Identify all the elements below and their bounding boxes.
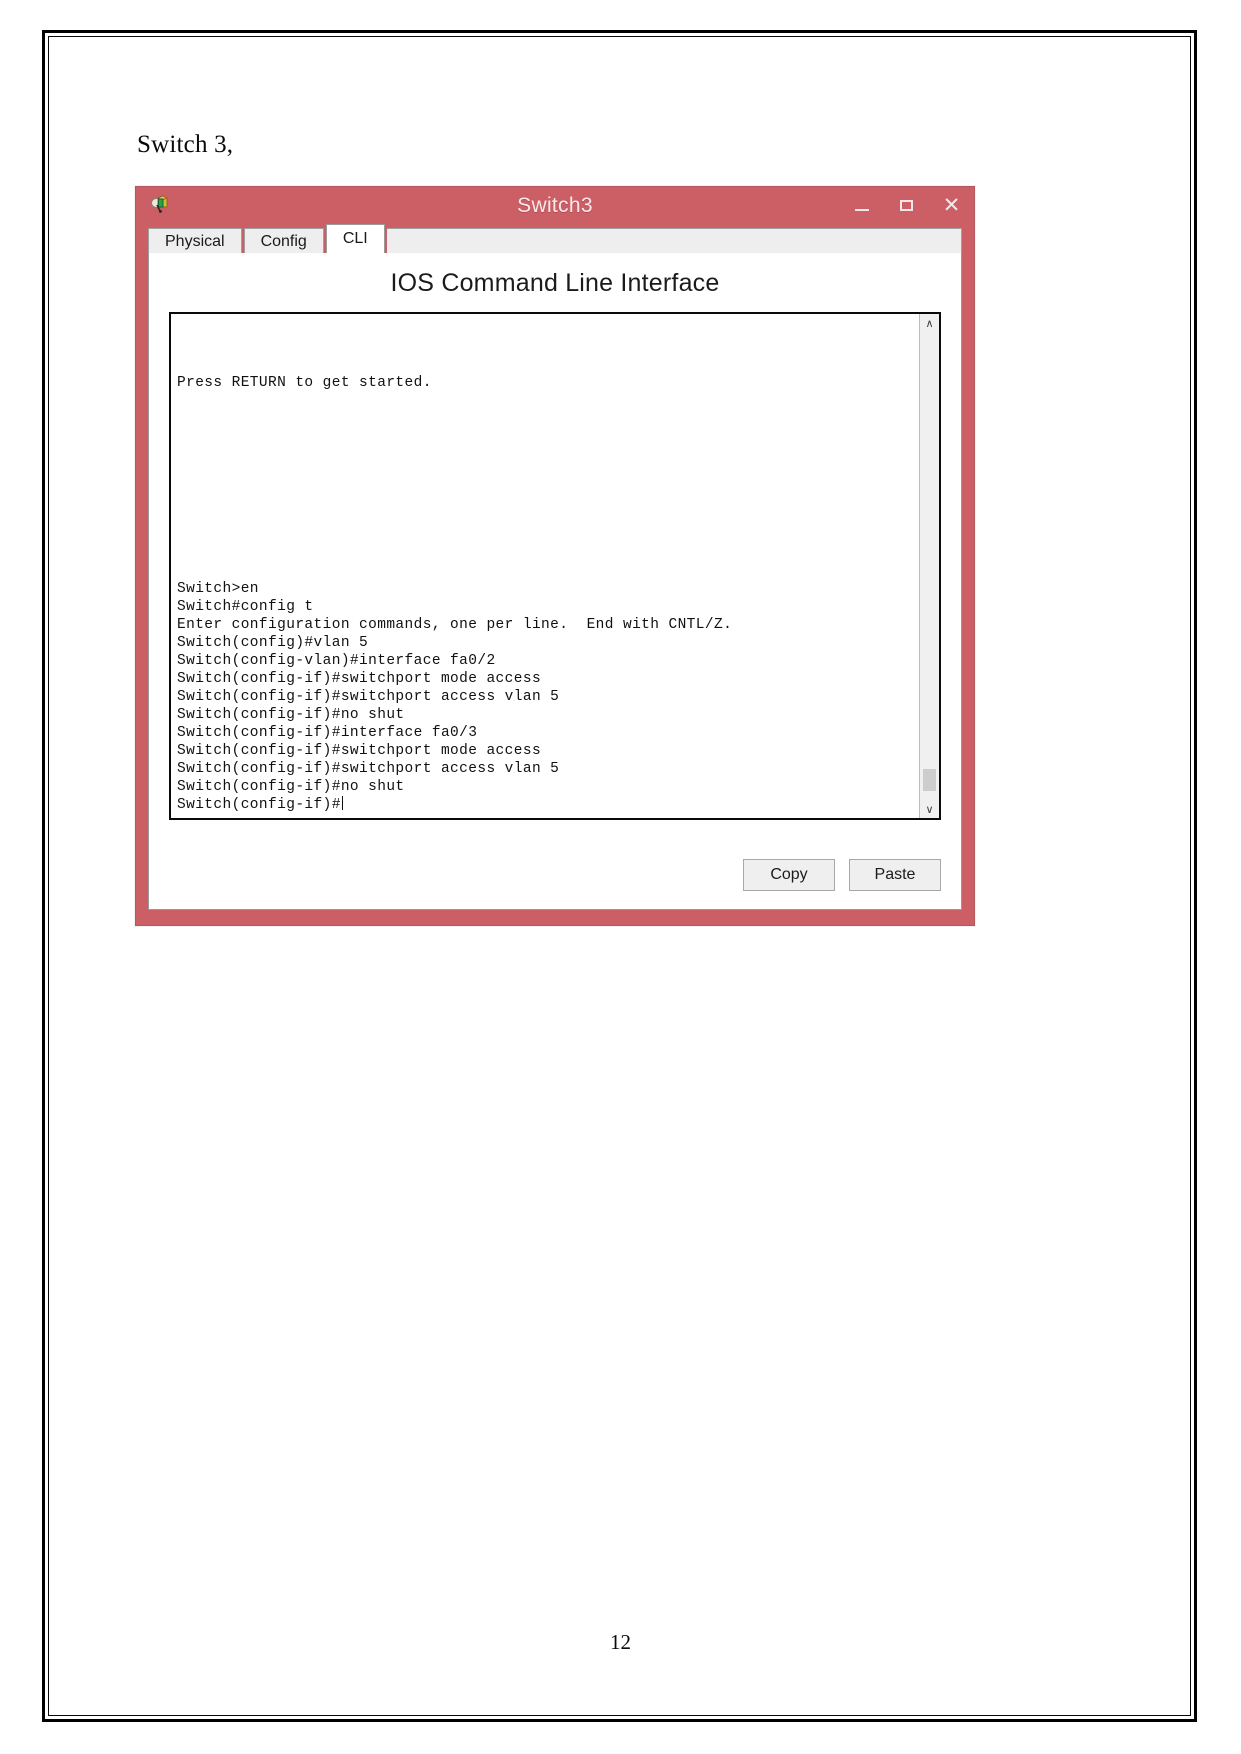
packet-tracer-switch-icon xyxy=(150,194,172,216)
terminal-line: Switch>en xyxy=(177,581,259,597)
terminal-line: Press RETURN to get started. xyxy=(177,375,432,391)
cli-panel: IOS Command Line Interface Press RETURN … xyxy=(148,253,962,910)
cli-panel-heading: IOS Command Line Interface xyxy=(390,269,720,297)
scroll-up-icon[interactable]: ∧ xyxy=(920,314,939,332)
window-controls: ✕ xyxy=(839,187,974,224)
terminal-prompt-text: Switch(config-if)# xyxy=(177,797,341,813)
tab-physical[interactable]: Physical xyxy=(148,228,242,255)
tab-cli[interactable]: CLI xyxy=(325,224,385,253)
cli-action-buttons: Copy Paste xyxy=(743,859,941,891)
terminal-line: Enter configuration commands, one per li… xyxy=(177,617,733,633)
paste-button[interactable]: Paste xyxy=(849,859,941,891)
text-cursor xyxy=(341,796,343,810)
document-page: Switch 3, Switch3 ✕ Physical Config CLI … xyxy=(0,0,1241,1754)
window-titlebar[interactable]: Switch3 ✕ xyxy=(136,187,974,224)
terminal-line: Switch(config-if)#no shut xyxy=(177,707,405,723)
terminal-line: Switch(config-if)#switchport access vlan… xyxy=(177,761,560,777)
terminal-line: Switch(config-vlan)#interface fa0/2 xyxy=(177,653,496,669)
terminal-container: Press RETURN to get started. Switch>en S… xyxy=(169,312,941,820)
terminal-scrollbar[interactable]: ∧ ∨ xyxy=(919,314,939,818)
scroll-down-icon[interactable]: ∨ xyxy=(920,800,939,818)
terminal-line: Switch(config-if)#switchport mode access xyxy=(177,743,542,759)
terminal-line: Switch(config-if)#no shut xyxy=(177,779,405,795)
terminal-command-block: Switch>en Switch#config t Enter configur… xyxy=(177,580,732,814)
tabstrip-filler xyxy=(386,228,962,255)
maximize-icon[interactable] xyxy=(884,187,929,224)
device-tabstrip: Physical Config CLI xyxy=(148,224,962,255)
terminal-line: Switch#config t xyxy=(177,599,314,615)
terminal-intro-block: Press RETURN to get started. xyxy=(177,374,919,392)
page-number: 12 xyxy=(610,1630,631,1654)
figure-caption: Switch 3, xyxy=(137,131,234,158)
scrollbar-thumb[interactable] xyxy=(923,769,936,791)
terminal-line: Switch(config)#vlan 5 xyxy=(177,635,369,651)
tab-config[interactable]: Config xyxy=(243,228,324,255)
cli-terminal-output[interactable]: Press RETURN to get started. Switch>en S… xyxy=(171,314,919,818)
window-chrome: Switch3 ✕ Physical Config CLI IOS Comman… xyxy=(136,187,974,925)
switch-device-window: Switch3 ✕ Physical Config CLI IOS Comman… xyxy=(135,186,975,926)
close-icon[interactable]: ✕ xyxy=(929,187,974,224)
terminal-line: Switch(config-if)#interface fa0/3 xyxy=(177,725,478,741)
terminal-prompt-line: Switch(config-if)# xyxy=(177,796,732,814)
copy-button[interactable]: Copy xyxy=(743,859,835,891)
terminal-line: Switch(config-if)#switchport mode access xyxy=(177,671,542,687)
minimize-icon[interactable] xyxy=(839,187,884,224)
terminal-line: Switch(config-if)#switchport access vlan… xyxy=(177,689,560,705)
